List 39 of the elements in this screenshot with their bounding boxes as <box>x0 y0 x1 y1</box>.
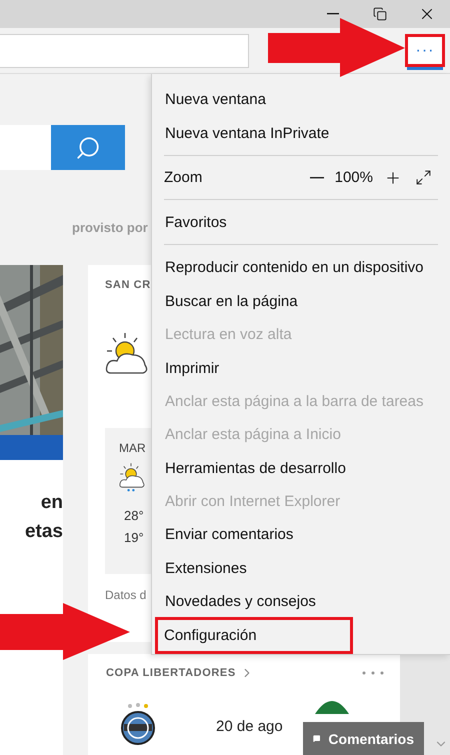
minus-icon <box>310 176 324 179</box>
search-button[interactable] <box>51 125 125 170</box>
menu-item[interactable]: Imprimir <box>164 351 220 385</box>
zoom-value: 100% <box>334 169 373 186</box>
menu-item[interactable]: Buscar en la página <box>164 284 298 318</box>
menu-item[interactable]: Favoritos <box>164 206 227 240</box>
club-logo-icon <box>312 700 351 714</box>
match-date: 20 de ago <box>216 718 283 735</box>
menu-item[interactable]: Enviar comentarios <box>164 518 294 552</box>
high-temperature: 28° <box>124 507 144 525</box>
fullscreen-button[interactable] <box>415 169 432 186</box>
menu-item[interactable]: Herramientas de desarrollo <box>164 452 346 485</box>
menu-item[interactable]: Reproducir contenido en un dispositivo <box>164 251 424 285</box>
more-icon[interactable] <box>361 670 385 676</box>
partly-cloudy-icon <box>119 462 146 492</box>
news-headline: en <box>40 491 63 515</box>
club-logo-icon <box>120 702 156 746</box>
zoom-label: Zoom <box>164 169 202 186</box>
minimize-icon <box>326 13 338 15</box>
menu-item[interactable]: Novedades y consejos <box>164 585 316 618</box>
menu-item[interactable]: Configuración <box>158 620 350 652</box>
menu-item[interactable]: Nueva ventana InPrivate <box>164 116 330 150</box>
menu-item[interactable]: Nueva ventana <box>164 83 266 116</box>
search-icon <box>75 134 101 160</box>
news-headline: etas <box>24 520 63 544</box>
forecast-day: MAR <box>119 440 146 456</box>
address-field[interactable] <box>0 34 249 68</box>
sports-title[interactable]: COPA LIBERTADORES <box>106 667 236 679</box>
feedback-button[interactable]: Comentarios <box>303 722 424 755</box>
more-button[interactable]: ··· <box>405 34 445 67</box>
weather-source: Datos d <box>105 588 146 602</box>
provider-text: provisto por <box>72 220 148 236</box>
low-temperature: 19° <box>124 529 144 547</box>
zoom-out-button[interactable] <box>310 176 324 179</box>
weather-location: SAN CR <box>105 279 151 291</box>
expand-icon <box>415 169 432 186</box>
restore-icon <box>372 7 386 21</box>
menu-item[interactable]: Extensiones <box>164 552 247 586</box>
search-field[interactable] <box>0 125 51 170</box>
